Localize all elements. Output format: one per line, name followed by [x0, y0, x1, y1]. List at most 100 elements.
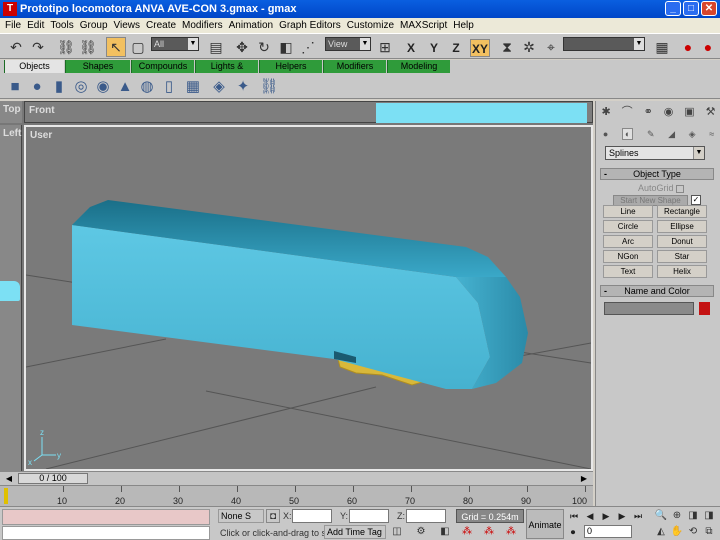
menu-views[interactable]: Views: [111, 20, 144, 31]
current-frame-field[interactable]: 0: [584, 525, 632, 538]
zoom-all-icon[interactable]: ⊕: [670, 509, 684, 523]
plane-icon[interactable]: ▦: [184, 77, 202, 95]
menu-customize[interactable]: Customize: [344, 20, 397, 31]
axis-z-button[interactable]: Z: [446, 39, 466, 57]
sphere-icon[interactable]: ●: [28, 77, 46, 95]
menu-graph-editors[interactable]: Graph Editors: [276, 20, 344, 31]
object-color-swatch[interactable]: [699, 302, 710, 315]
redo-icon[interactable]: ↷: [28, 37, 48, 57]
sub-object-snap-icon[interactable]: ⁂: [482, 525, 496, 539]
move-icon[interactable]: ✥: [232, 37, 252, 57]
object-name-field[interactable]: [604, 302, 694, 315]
menu-group[interactable]: Group: [77, 20, 111, 31]
viewport-top[interactable]: Top: [0, 101, 22, 123]
menu-animation[interactable]: Animation: [226, 20, 276, 31]
percent-snap-icon[interactable]: ◧: [438, 525, 452, 539]
undo-icon[interactable]: ↶: [6, 37, 26, 57]
angle-snap-icon[interactable]: ⚙: [414, 525, 428, 539]
key-mode-icon[interactable]: ⏺: [566, 525, 580, 539]
viewport-top-label[interactable]: Top: [3, 104, 21, 115]
named-selection-dropdown[interactable]: ▼: [563, 37, 645, 51]
maximize-viewport-icon[interactable]: ⧉: [702, 525, 716, 539]
geometry-icon[interactable]: ●: [603, 129, 608, 139]
viewport-left-label[interactable]: Left: [3, 128, 21, 139]
circle-button[interactable]: Circle: [603, 220, 653, 233]
mirror-tool-icon[interactable]: ⧗: [497, 37, 517, 57]
play-icon[interactable]: ▶: [599, 509, 613, 523]
menu-modifiers[interactable]: Modifiers: [179, 20, 226, 31]
shapes-icon[interactable]: ◐: [621, 128, 634, 140]
menu-create[interactable]: Create: [143, 20, 179, 31]
scale-icon[interactable]: ◧: [276, 37, 296, 57]
field-of-view-icon[interactable]: ◭: [654, 525, 668, 539]
tab-shapes[interactable]: Shapes: [65, 60, 130, 73]
z-coordinate-field[interactable]: [406, 509, 446, 523]
cameras-icon[interactable]: ◢: [668, 129, 675, 140]
autogrid-checkbox[interactable]: AutoGrid: [611, 183, 711, 194]
helix-button[interactable]: Helix: [657, 265, 707, 278]
close-button[interactable]: ✕: [701, 1, 717, 16]
x-coordinate-field[interactable]: [292, 509, 332, 523]
spinner-snap-icon[interactable]: ⁂: [460, 525, 474, 539]
geosphere-icon[interactable]: ◍: [138, 77, 156, 95]
render-teapot-icon[interactable]: ●: [678, 37, 698, 57]
y-coordinate-field[interactable]: [349, 509, 389, 523]
animate-button[interactable]: Animate: [526, 509, 564, 539]
arc-rotate-icon[interactable]: ⟲: [686, 525, 700, 539]
hierarchy-tab-icon[interactable]: ⚭: [644, 105, 653, 118]
motion-tab-icon[interactable]: ◉: [664, 105, 674, 118]
utilities-tab-icon[interactable]: ⚒: [706, 105, 716, 118]
time-prev-icon[interactable]: ◀: [4, 472, 14, 485]
mirror-icon[interactable]: ⋰: [298, 37, 318, 57]
rotate-icon[interactable]: ↻: [254, 37, 274, 57]
object-type-rollout[interactable]: - Object Type: [600, 168, 714, 180]
axis-x-button[interactable]: X: [401, 39, 421, 57]
spacewarps-icon[interactable]: ≈: [709, 129, 714, 139]
line-button[interactable]: Line: [603, 205, 653, 218]
grid-object-icon[interactable]: ◈: [210, 77, 228, 95]
track-bar[interactable]: 10 20 30 40 50 60 70 80 90 100: [0, 485, 593, 506]
cone-icon[interactable]: ▲: [116, 77, 134, 95]
viewport-left[interactable]: Left: [0, 125, 22, 471]
array-icon[interactable]: ✲: [519, 37, 539, 57]
maxscript-listener[interactable]: [2, 509, 210, 525]
time-next-icon[interactable]: ▶: [579, 472, 589, 485]
category-dropdown[interactable]: Splines ▼: [605, 146, 705, 160]
select-arrow-icon[interactable]: ↖: [106, 37, 126, 57]
axis-xy-button[interactable]: XY: [470, 39, 490, 57]
time-slider[interactable]: ◀ 0 / 100 ▶: [0, 471, 593, 485]
ellipse-button[interactable]: Ellipse: [657, 220, 707, 233]
menu-help[interactable]: Help: [450, 20, 477, 31]
tab-helpers[interactable]: Helpers: [259, 60, 322, 73]
display-tab-icon[interactable]: ▣: [684, 105, 694, 118]
star-button[interactable]: Star: [657, 250, 707, 263]
menu-edit[interactable]: Edit: [24, 20, 47, 31]
bones-icon[interactable]: ⛓: [259, 77, 278, 95]
tab-modeling[interactable]: Modeling: [387, 60, 450, 73]
donut-button[interactable]: Donut: [657, 235, 707, 248]
tab-compounds[interactable]: Compounds: [131, 60, 194, 73]
grid-icon[interactable]: ▦: [652, 37, 672, 57]
menu-maxscript[interactable]: MAXScript: [397, 20, 450, 31]
reference-coord-dropdown[interactable]: View ▼: [325, 37, 371, 51]
add-time-tag-button[interactable]: Add Time Tag: [324, 525, 386, 539]
helpers-icon[interactable]: ◈: [689, 129, 696, 140]
rectangle-button[interactable]: Rectangle: [657, 205, 707, 218]
viewport-user[interactable]: User z y x: [24, 125, 593, 471]
select-by-name-icon[interactable]: ▤: [206, 37, 226, 57]
name-and-color-rollout[interactable]: - Name and Color: [600, 285, 714, 297]
edge-snap-icon[interactable]: ⁂: [504, 525, 518, 539]
go-to-start-icon[interactable]: ⏮: [567, 509, 581, 523]
align-icon[interactable]: ⌖: [541, 37, 561, 57]
create-tab-icon[interactable]: ✱: [601, 105, 610, 118]
previous-frame-icon[interactable]: ◀: [583, 509, 597, 523]
pan-icon[interactable]: ✋: [670, 525, 684, 539]
lights-icon[interactable]: ✎: [647, 129, 655, 140]
tube-icon[interactable]: ▯: [160, 77, 178, 95]
tab-modifiers[interactable]: Modifiers: [323, 60, 386, 73]
ngon-button[interactable]: NGon: [603, 250, 653, 263]
next-frame-icon[interactable]: ▶: [615, 509, 629, 523]
time-slider-handle[interactable]: 0 / 100: [18, 473, 88, 484]
viewport-front-label[interactable]: Front: [29, 105, 55, 116]
link-icon[interactable]: ⛓: [56, 37, 76, 57]
